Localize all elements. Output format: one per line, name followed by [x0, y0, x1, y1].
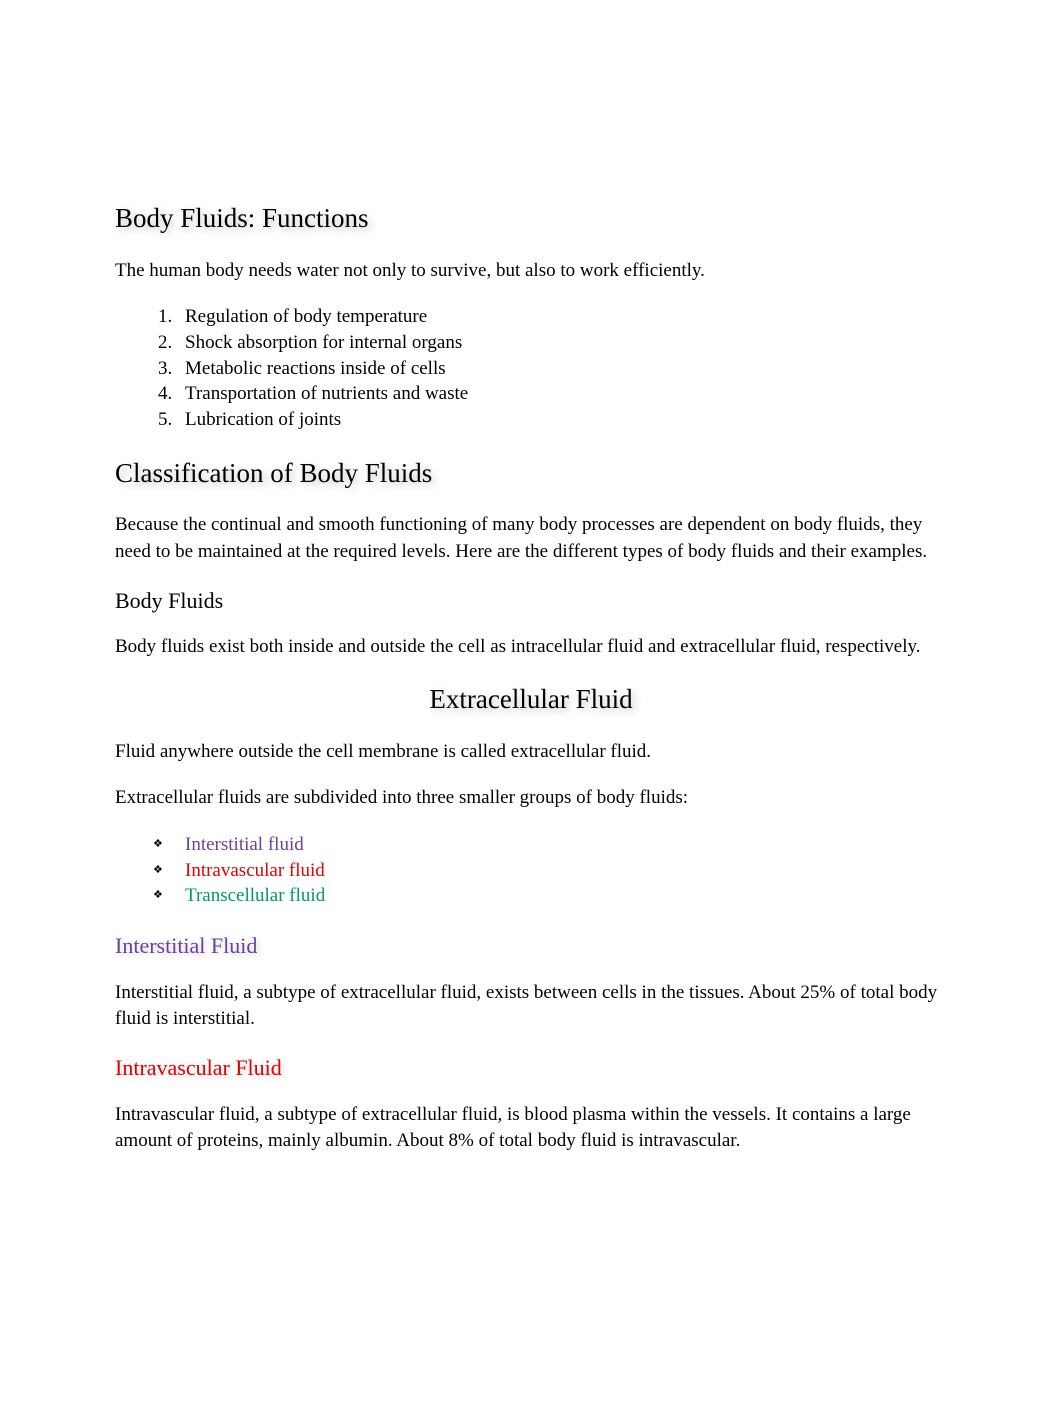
list-item: Metabolic reactions inside of cells	[177, 356, 947, 382]
list-item-label: Interstitial fluid	[185, 832, 304, 858]
paragraph-classification-intro: Because the continual and smooth functio…	[115, 512, 947, 565]
paragraph-extracellular-2: Extracellular fluids are subdivided into…	[115, 785, 947, 812]
paragraph-body-fluids: Body fluids exist both inside and outsid…	[115, 634, 947, 661]
list-item: Transportation of nutrients and waste	[177, 381, 947, 407]
paragraph-intravascular: Intravascular fluid, a subtype of extrac…	[115, 1102, 947, 1155]
bullet-icon: ❖	[153, 832, 185, 852]
heading-interstitial: Interstitial Fluid	[115, 931, 947, 962]
heading-classification: Classification of Body Fluids	[115, 455, 947, 493]
list-item-label: Intravascular fluid	[185, 858, 325, 884]
list-item: ❖ Transcellular fluid	[153, 883, 947, 909]
list-item: Shock absorption for internal organs	[177, 330, 947, 356]
functions-list: Regulation of body temperature Shock abs…	[177, 304, 947, 432]
bullet-icon: ❖	[153, 883, 185, 903]
paragraph-extracellular-1: Fluid anywhere outside the cell membrane…	[115, 739, 947, 766]
bullet-icon: ❖	[153, 858, 185, 878]
heading-body-fluids: Body Fluids	[115, 586, 947, 617]
extracellular-subtypes-list: ❖ Interstitial fluid ❖ Intravascular flu…	[153, 832, 947, 909]
heading-extracellular: Extracellular Fluid	[115, 681, 947, 719]
list-item: ❖ Intravascular fluid	[153, 858, 947, 884]
paragraph-functions-intro: The human body needs water not only to s…	[115, 258, 947, 285]
list-item: Regulation of body temperature	[177, 304, 947, 330]
list-item: ❖ Interstitial fluid	[153, 832, 947, 858]
heading-intravascular: Intravascular Fluid	[115, 1053, 947, 1084]
list-item: Lubrication of joints	[177, 407, 947, 433]
heading-functions: Body Fluids: Functions	[115, 200, 947, 238]
list-item-label: Transcellular fluid	[185, 883, 325, 909]
paragraph-interstitial: Interstitial fluid, a subtype of extrace…	[115, 980, 947, 1033]
